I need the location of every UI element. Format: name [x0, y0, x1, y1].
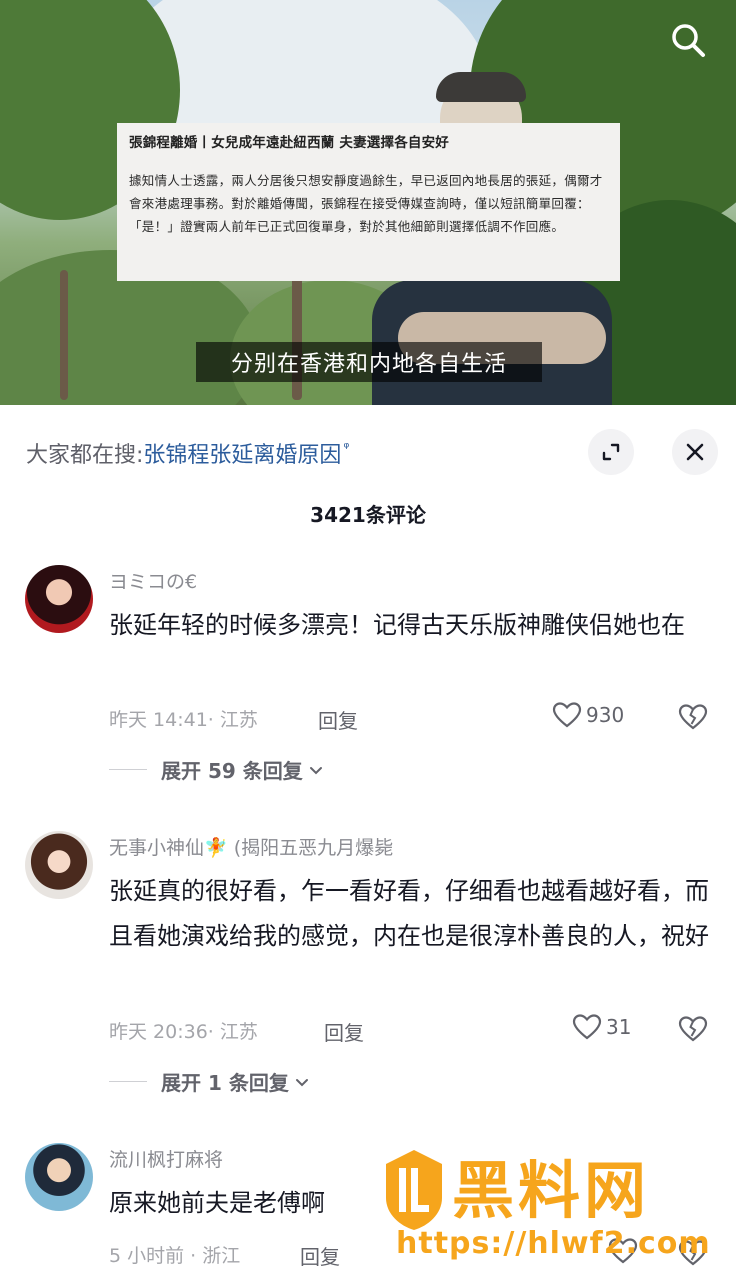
broken-heart-icon — [678, 704, 708, 730]
comment-username[interactable]: 流川枫打麻将 — [109, 1145, 223, 1172]
watermark-title: 黑料网 — [452, 1154, 651, 1227]
comment-meta: 昨天 14:41· 江苏 — [109, 709, 258, 731]
video-player[interactable]: 張錦程離婚丨女兒成年遠赴紐西蘭 夫妻選擇各自安好 據知情人士透露，兩人分居後只想… — [0, 0, 736, 405]
comment-meta: 5 小时前 · 浙江 — [109, 1245, 241, 1267]
small-search-icon: ᵠ — [343, 440, 350, 456]
expand-replies-label: 展开 59 条回复 — [161, 759, 303, 783]
close-icon — [686, 443, 704, 461]
divider — [109, 769, 147, 770]
reply-button[interactable]: 回复 — [300, 1241, 340, 1270]
search-icon — [672, 24, 705, 57]
like-count: 930 — [586, 703, 625, 727]
reply-button[interactable]: 回复 — [318, 705, 358, 734]
hot-search-label: 大家都在搜: — [26, 443, 144, 468]
avatar[interactable] — [25, 831, 93, 899]
search-button[interactable] — [664, 16, 712, 64]
like-button[interactable]: 930 — [552, 701, 624, 729]
heart-icon — [552, 702, 582, 728]
comment-text: 张延真的很好看，乍一看好看，仔细看也越看越好看，而且看她演戏给我的感觉，内在也是… — [109, 877, 709, 950]
reply-button[interactable]: 回复 — [324, 1017, 364, 1046]
comment-username[interactable]: ヨミコの€ — [109, 567, 197, 594]
chevron-down-icon — [309, 766, 322, 774]
tree-trunk — [60, 270, 68, 400]
like-count: 31 — [606, 1015, 632, 1039]
watermark-url: https://hlwf2.com — [396, 1226, 711, 1261]
watermark-logo-icon — [386, 1150, 442, 1230]
comment-username[interactable]: 无事小神仙🧚 (揭阳五恶九月爆毙 — [109, 833, 393, 860]
expand-button[interactable] — [588, 429, 634, 475]
video-subtitle: 分别在香港和内地各自生活 — [196, 342, 542, 382]
expand-replies-button[interactable]: 展开 1 条回复 — [109, 1067, 311, 1096]
broken-heart-icon — [678, 1016, 708, 1042]
dislike-button[interactable] — [678, 1015, 708, 1047]
heart-icon — [572, 1014, 602, 1040]
comment-item: 无事小神仙🧚 (揭阳五恶九月爆毙 张延真的很好看，乍一看好看，仔细看也越看越好看… — [0, 831, 736, 1095]
hot-search-link[interactable]: 大家都在搜: 张锦程张延离婚原因 ᵠ — [26, 437, 349, 469]
news-title: 張錦程離婚丨女兒成年遠赴紐西蘭 夫妻選擇各自安好 — [129, 135, 449, 151]
divider — [109, 1081, 147, 1082]
comment-meta: 昨天 20:36· 江苏 — [109, 1021, 258, 1043]
person-hair — [436, 72, 526, 102]
expand-icon — [602, 443, 620, 461]
news-excerpt-card: 張錦程離婚丨女兒成年遠赴紐西蘭 夫妻選擇各自安好 據知情人士透露，兩人分居後只想… — [117, 123, 620, 281]
dislike-button[interactable] — [678, 703, 708, 735]
expand-replies-label: 展开 1 条回复 — [161, 1071, 289, 1095]
comment-count: 3421条评论 — [310, 503, 426, 527]
comment-item: ヨミコの€ 张延年轻的时候多漂亮！记得古天乐版神雕侠侣她也在 昨天 14:41·… — [0, 565, 736, 783]
news-body: 據知情人士透露，兩人分居後只想安靜度過餘生，早已返回內地長居的張延，偶爾才會來港… — [129, 173, 603, 234]
close-button[interactable] — [672, 429, 718, 475]
hot-search-query[interactable]: 张锦程张延离婚原因 — [143, 437, 341, 469]
expand-replies-button[interactable]: 展开 59 条回复 — [109, 755, 325, 784]
like-button[interactable]: 31 — [572, 1013, 631, 1041]
avatar[interactable] — [25, 1143, 93, 1211]
comment-text: 张延年轻的时候多漂亮！记得古天乐版神雕侠侣她也在 — [109, 611, 685, 639]
avatar[interactable] — [25, 565, 93, 633]
chevron-down-icon — [295, 1078, 308, 1086]
